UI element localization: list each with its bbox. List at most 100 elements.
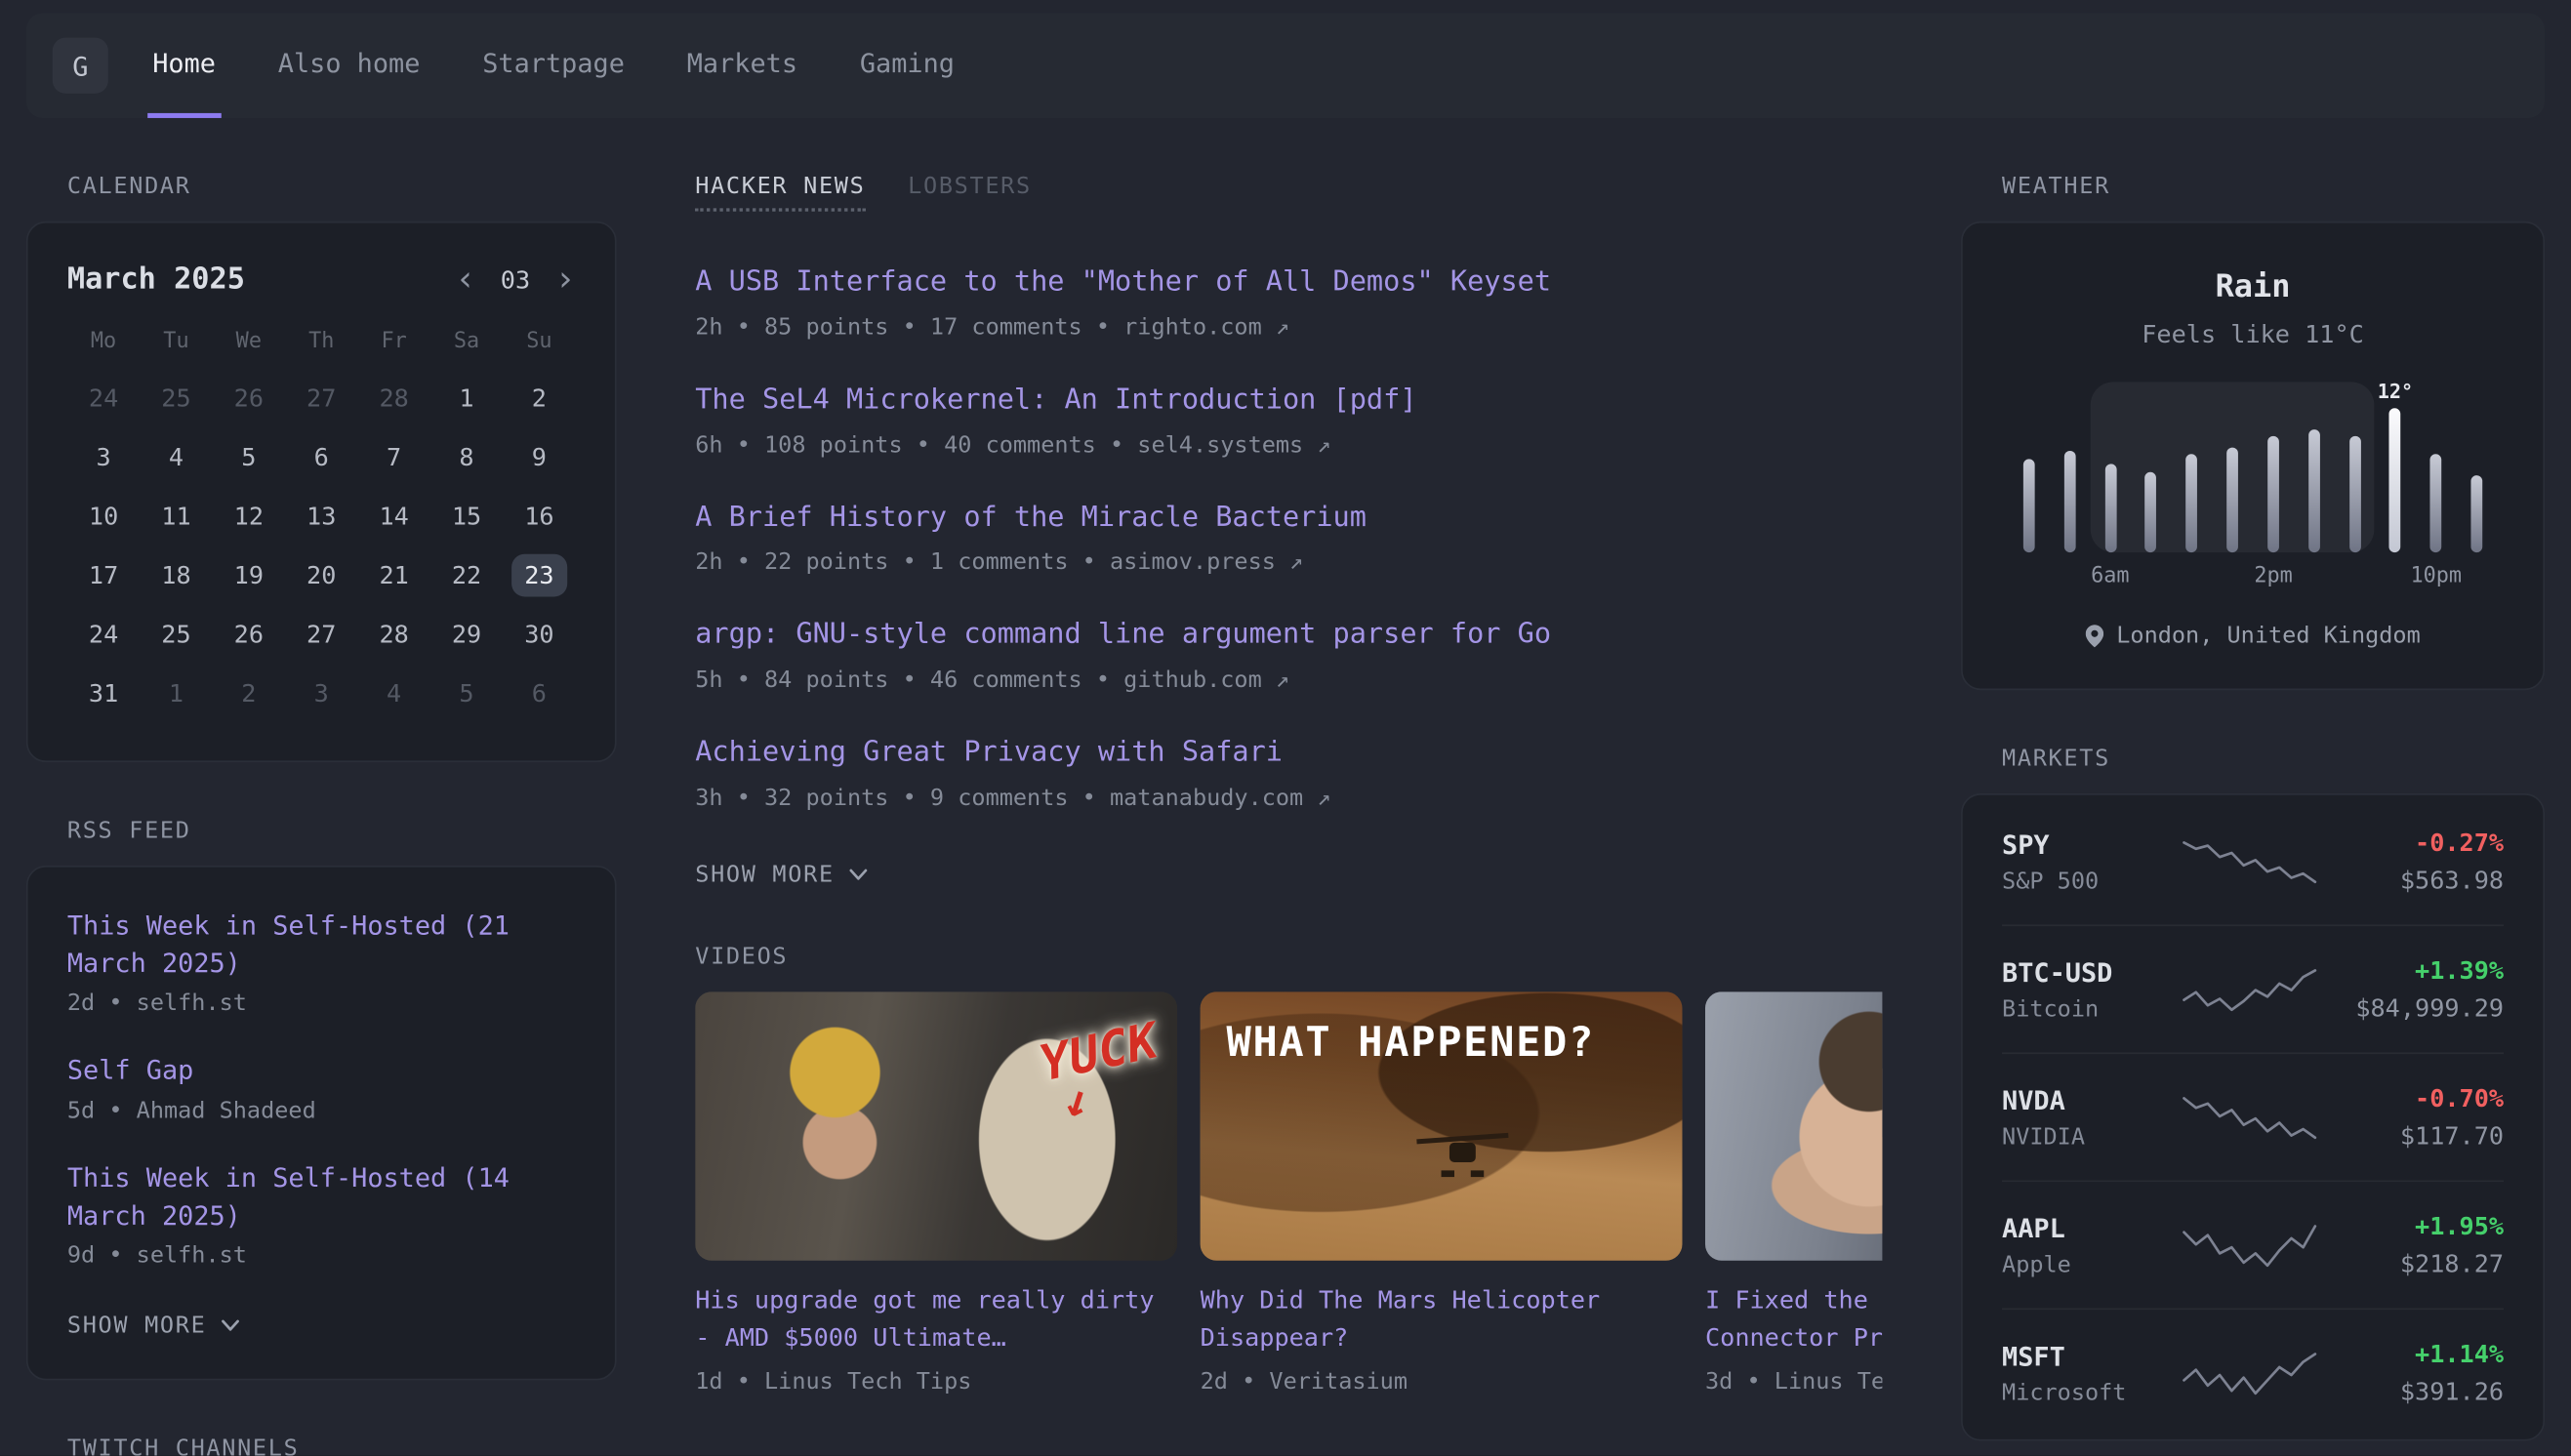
rss-widget: RSS FEED This Week in Self-Hosted (21 Ma… — [26, 818, 617, 1380]
weather-time-label: 6am — [2091, 564, 2129, 588]
dashboard-columns: CALENDAR March 2025 ‹ 03 › MoTuWeThFrSaS… — [0, 118, 2571, 1456]
calendar-section-title: CALENDAR — [67, 174, 617, 200]
nav-tab[interactable]: Gaming — [855, 13, 959, 118]
market-row[interactable]: AAPL Apple +1.95% $218.27 — [2002, 1180, 2504, 1308]
nav-tab[interactable]: Also home — [273, 13, 426, 118]
video-title[interactable]: His upgrade got me really dirty - AMD $5… — [695, 1282, 1177, 1358]
video-thumbnail[interactable]: DO TH TH — [1705, 991, 1882, 1260]
left-column: CALENDAR March 2025 ‹ 03 › MoTuWeThFrSaS… — [26, 174, 617, 1456]
calendar-day: 11 — [140, 489, 212, 545]
calendar-month-number: 03 — [501, 264, 530, 294]
calendar-day: 26 — [213, 371, 285, 426]
weather-hour-column — [2253, 382, 2294, 552]
market-row[interactable]: BTC-USD Bitcoin +1.39% $84,999.29 — [2002, 924, 2504, 1052]
market-sparkline — [2179, 837, 2319, 886]
calendar-weekday-row: MoTuWeThFrSaSu — [67, 320, 576, 364]
weather-time-axis: 6am 2pm 10pm — [2009, 564, 2498, 592]
calendar-controls: ‹ 03 › — [455, 263, 575, 297]
market-change: -0.27% — [2320, 828, 2504, 857]
news-item-title[interactable]: The SeL4 Microkernel: An Introduction [p… — [695, 382, 1882, 421]
twitch-widget: TWITCH CHANNELS — [26, 1436, 617, 1455]
market-row[interactable]: NVDA NVIDIA -0.70% $117.70 — [2002, 1052, 2504, 1180]
calendar-day: 30 — [503, 607, 575, 663]
chevron-down-icon — [222, 1320, 239, 1332]
calendar-day: 12 — [213, 489, 285, 545]
weather-temp-bar — [2389, 408, 2401, 552]
news-source-tab[interactable]: HACKER NEWS — [695, 174, 865, 212]
app-logo[interactable]: G — [53, 38, 108, 94]
weather-temp-bar — [2430, 454, 2442, 552]
weather-hour-column — [2334, 382, 2375, 552]
market-name: Bitcoin — [2002, 995, 2179, 1022]
calendar-day: 5 — [213, 429, 285, 485]
calendar-day: 24 — [67, 607, 140, 663]
rss-item-title[interactable]: This Week in Self-Hosted (21 March 2025) — [67, 907, 576, 983]
market-change: +1.39% — [2320, 955, 2504, 985]
weather-hour-column — [2212, 382, 2253, 552]
video-card[interactable]: WHAT HAPPENED? Why Did The Mars Helicopt… — [1201, 991, 1683, 1395]
weather-temp-bar — [2104, 464, 2116, 552]
calendar-day: 5 — [430, 666, 503, 721]
calendar-card: March 2025 ‹ 03 › MoTuWeThFrSaSu 2425262… — [26, 222, 617, 762]
news-list: A USB Interface to the "Mother of All De… — [695, 263, 1882, 811]
news-item-title[interactable]: A USB Interface to the "Mother of All De… — [695, 263, 1882, 303]
rss-show-more-button[interactable]: SHOW MORE — [67, 1313, 239, 1339]
calendar-day: 29 — [430, 607, 503, 663]
market-values-block: +1.14% $391.26 — [2320, 1339, 2504, 1406]
nav-tab[interactable]: Home — [147, 13, 221, 118]
weather-temp-bar — [2470, 475, 2482, 552]
calendar-day: 9 — [503, 429, 575, 485]
news-item-title[interactable]: argp: GNU-style command line argument pa… — [695, 617, 1882, 656]
nav-tab-label: Also home — [278, 48, 421, 79]
video-card[interactable]: DO TH TH I Fixed the 5090's Power Connec… — [1705, 991, 1882, 1395]
calendar-day: 3 — [67, 429, 140, 485]
market-sparkline — [2179, 965, 2319, 1014]
video-thumbnail[interactable]: YUCK ↓ — [695, 991, 1177, 1260]
market-change: +1.14% — [2320, 1339, 2504, 1368]
market-row[interactable]: MSFT Microsoft +1.14% $391.26 — [2002, 1308, 2504, 1436]
market-symbol-block: MSFT Microsoft — [2002, 1340, 2179, 1405]
calendar-header: March 2025 ‹ 03 › — [67, 263, 576, 297]
news-show-more-button[interactable]: SHOW MORE — [695, 863, 867, 889]
weather-hour-column: 12° — [2375, 382, 2416, 552]
nav-tab[interactable]: Startpage — [477, 13, 630, 118]
weather-time-label: 2pm — [2254, 564, 2292, 588]
calendar-prev-icon[interactable]: ‹ — [455, 263, 475, 297]
weather-temp-bar — [2348, 436, 2360, 552]
weather-hour-column — [2457, 382, 2498, 552]
videos-widget: VIDEOS YUCK ↓ His upgrade got me really … — [695, 945, 1882, 1396]
news-item: The SeL4 Microkernel: An Introduction [p… — [695, 382, 1882, 459]
rss-item: This Week in Self-Hosted (14 March 2025)… — [67, 1158, 576, 1269]
weather-hour-column — [2131, 382, 2172, 552]
news-source-tab[interactable]: LOBSTERS — [908, 174, 1032, 212]
weather-location-row: London, United Kingdom — [2002, 623, 2504, 649]
rss-item-title[interactable]: Self Gap — [67, 1051, 576, 1089]
weather-hourly-chart: 12° — [2009, 382, 2498, 552]
rss-item-meta: 9d • selfh.st — [67, 1242, 576, 1269]
rss-section-title: RSS FEED — [67, 818, 617, 844]
weather-current-temp-label: 12° — [2378, 382, 2413, 401]
calendar-month-label: March 2025 — [67, 263, 245, 297]
video-title[interactable]: Why Did The Mars Helicopter Disappear? — [1201, 1282, 1683, 1358]
nav-tab[interactable]: Markets — [682, 13, 802, 118]
rss-item-title[interactable]: This Week in Self-Hosted (14 March 2025) — [67, 1158, 576, 1234]
calendar-weekday: Fr — [357, 320, 429, 364]
video-title[interactable]: I Fixed the 5090's Power Connector Probl… — [1705, 1282, 1882, 1358]
market-name: Microsoft — [2002, 1380, 2179, 1406]
weather-temp-bar — [2145, 472, 2157, 552]
video-thumbnail[interactable]: WHAT HAPPENED? — [1201, 991, 1683, 1260]
market-row[interactable]: SPY S&P 500 -0.27% $563.98 — [2002, 798, 2504, 924]
weather-hour-column — [2090, 382, 2131, 552]
weather-section-title: WEATHER — [2002, 174, 2545, 200]
calendar-next-icon[interactable]: › — [554, 263, 575, 297]
market-symbol-block: NVDA NVIDIA — [2002, 1084, 2179, 1150]
news-item-title[interactable]: A Brief History of the Miracle Bacterium — [695, 500, 1882, 539]
weather-temp-bar — [2023, 459, 2035, 552]
market-ticker: MSFT — [2002, 1340, 2179, 1371]
video-card[interactable]: YUCK ↓ His upgrade got me really dirty -… — [695, 991, 1177, 1395]
market-price: $218.27 — [2320, 1249, 2504, 1278]
market-change: -0.70% — [2320, 1083, 2504, 1112]
calendar-day: 20 — [285, 547, 357, 603]
calendar-day: 13 — [285, 489, 357, 545]
news-item-title[interactable]: Achieving Great Privacy with Safari — [695, 735, 1882, 774]
